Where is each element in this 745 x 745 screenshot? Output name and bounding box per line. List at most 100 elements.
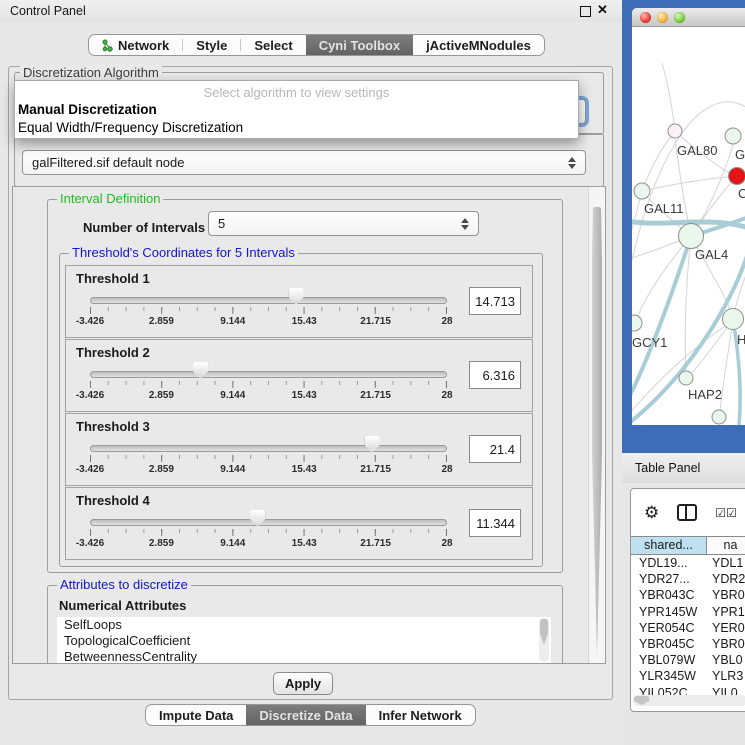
apply-button[interactable]: Apply [273, 672, 333, 695]
slider-ticks [90, 381, 447, 388]
settings-scrollbar[interactable] [588, 187, 605, 663]
column-header-name[interactable]: na [707, 537, 745, 554]
network-canvas[interactable]: GAL80 GA C GAL11 GAL4 GCY1 H HAP2 [632, 27, 745, 425]
close-traffic-light-icon[interactable] [640, 12, 651, 23]
tab-select[interactable]: Select [241, 35, 305, 55]
minimize-traffic-light-icon[interactable] [657, 12, 668, 23]
node-bottom[interactable] [712, 410, 726, 424]
zoom-traffic-light-icon[interactable] [674, 12, 685, 23]
settings-scrollpane: Interval Definition Number of Intervals … [12, 186, 606, 664]
node-gal11[interactable] [634, 183, 650, 199]
table-row[interactable]: YPR145WYPR1 [631, 604, 745, 620]
table-panel-content: ⚙ ☑☑ shared... na YDL19...YDL1 YDR27...Y… [622, 483, 745, 745]
network-view-frame: GAL80 GA C GAL11 GAL4 GCY1 H HAP2 [622, 0, 745, 453]
control-panel-tabs: Network Style Select Cyni Toolbox jActiv… [88, 34, 545, 56]
tab-network[interactable]: Network [89, 35, 182, 55]
slider-track[interactable] [90, 371, 447, 378]
threshold-2-value-field[interactable]: 6.316 [469, 361, 521, 389]
attributes-group-title: Attributes to discretize [57, 578, 191, 591]
threshold-3-slider[interactable]: -3.426 2.859 9.144 15.43 21.715 28 [90, 414, 447, 484]
column-header-shared-name[interactable]: shared... [631, 537, 707, 554]
threshold-2-box: Threshold 2 -3.426 2.859 9.144 15.43 21.… [65, 339, 533, 412]
threshold-1-box: Threshold 1 -3.426 2.859 9.144 15.43 21.… [65, 265, 533, 338]
node-selected-red[interactable] [729, 168, 745, 185]
threshold-1-slider[interactable]: -3.426 2.859 9.144 15.43 21.715 28 [90, 266, 447, 336]
table-row[interactable]: YER054CYER0 [631, 620, 745, 636]
thresholds-group-title: Threshold's Coordinates for 5 Intervals [69, 246, 298, 259]
list-scrollbar[interactable] [539, 618, 549, 662]
discretization-algorithm-title: Discretization Algorithm [20, 66, 162, 79]
node-label: HAP2 [688, 387, 722, 402]
table-data-value: galFiltered.sif default node [32, 155, 184, 170]
interval-definition-title: Interval Definition [57, 192, 163, 205]
numerical-attributes-list: SelfLoops TopologicalCoefficient Between… [57, 617, 551, 663]
tab-jactivemnodules[interactable]: jActiveMNodules [413, 35, 544, 55]
table-row[interactable]: YDL19...YDL1 [631, 555, 745, 571]
slider-tick-labels: -3.426 2.859 9.144 15.43 21.715 28 [90, 538, 447, 550]
list-item[interactable]: SelfLoops [57, 617, 551, 633]
combo-stepper-icon[interactable] [461, 218, 469, 230]
threshold-1-value-field[interactable]: 14.713 [469, 287, 521, 315]
slider-ticks [90, 307, 447, 314]
tab-infer-network[interactable]: Infer Network [366, 705, 475, 725]
dropdown-item-manual-discretization[interactable]: Manual Discretization [15, 101, 578, 119]
tab-style[interactable]: Style [183, 35, 240, 55]
node-label: GAL80 [677, 143, 717, 158]
node-label: GAL4 [695, 247, 728, 262]
node-label: C [738, 186, 745, 201]
scrollbar-thumb[interactable] [540, 619, 548, 645]
table-header-row: shared... na [631, 536, 745, 555]
tab-label: Style [196, 38, 227, 53]
node-table: ⚙ ☑☑ shared... na YDL19...YDL1 YDR27...Y… [630, 488, 745, 712]
threshold-4-slider[interactable]: -3.426 2.859 9.144 15.43 21.715 28 [90, 488, 447, 558]
control-panel-titlebar: Control Panel ✕ [0, 0, 622, 22]
table-toolbar: ⚙ ☑☑ [631, 489, 745, 536]
close-icon[interactable]: ✕ [597, 2, 608, 18]
gear-icon[interactable]: ⚙ [644, 504, 659, 521]
list-item[interactable]: TopologicalCoefficient [57, 633, 551, 649]
list-item[interactable]: BetweennessCentrality [57, 649, 551, 663]
threshold-4-value-field[interactable]: 11.344 [469, 509, 521, 537]
node-gcy1[interactable] [632, 315, 642, 331]
table-row[interactable]: YBR043CYBR0 [631, 587, 745, 603]
table-panel-header[interactable]: Table Panel [622, 453, 745, 484]
scrollbar-thumb[interactable] [592, 207, 602, 655]
tab-label: Select [254, 38, 292, 53]
threshold-3-value-field[interactable]: 21.4 [469, 435, 521, 463]
tab-label: Impute Data [159, 708, 233, 723]
node-gal4[interactable] [679, 224, 704, 249]
slider-track[interactable] [90, 445, 447, 452]
table-row[interactable]: YBL079WYBL0 [631, 652, 745, 668]
dropdown-item-equal-width[interactable]: Equal Width/Frequency Discretization [15, 119, 578, 137]
node-gal80[interactable] [668, 124, 682, 138]
node-ga[interactable] [725, 128, 741, 144]
tab-label: jActiveMNodules [426, 38, 531, 53]
network-nodes[interactable] [632, 124, 745, 424]
select-columns-checkboxes-icon[interactable]: ☑☑ [715, 506, 737, 520]
number-of-intervals-combobox[interactable]: 5 [208, 211, 479, 236]
tab-impute-data[interactable]: Impute Data [146, 705, 246, 725]
node-h[interactable] [723, 309, 744, 330]
table-horizontal-scrollbar[interactable] [633, 695, 745, 706]
table-row[interactable]: YLR345WYLR3 [631, 668, 745, 684]
threshold-2-slider[interactable]: -3.426 2.859 9.144 15.43 21.715 28 [90, 340, 447, 410]
table-row[interactable]: YBR045CYBR0 [631, 636, 745, 652]
node-hap2[interactable] [679, 371, 693, 385]
slider-track[interactable] [90, 297, 447, 304]
node-label: H [737, 332, 745, 347]
slider-tick-labels: -3.426 2.859 9.144 15.43 21.715 28 [90, 464, 447, 476]
slider-track[interactable] [90, 519, 447, 526]
table-data-combobox[interactable]: galFiltered.sif default node [22, 150, 586, 175]
table-row[interactable]: YDR27...YDR2 [631, 571, 745, 587]
network-window: GAL80 GA C GAL11 GAL4 GCY1 H HAP2 [632, 8, 745, 425]
network-tab-icon [102, 39, 113, 52]
tab-cyni-toolbox[interactable]: Cyni Toolbox [306, 35, 413, 55]
scrollbar-thumb[interactable] [634, 696, 649, 705]
table-body: YDL19...YDL1 YDR27...YDR2 YBR043CYBR0 YP… [631, 555, 745, 701]
tab-label: Network [118, 38, 169, 53]
network-window-titlebar[interactable] [632, 8, 745, 27]
float-window-icon[interactable] [580, 6, 591, 17]
split-pane-icon[interactable] [677, 504, 697, 521]
combo-stepper-icon[interactable] [568, 157, 576, 169]
tab-discretize-data[interactable]: Discretize Data [246, 705, 365, 725]
